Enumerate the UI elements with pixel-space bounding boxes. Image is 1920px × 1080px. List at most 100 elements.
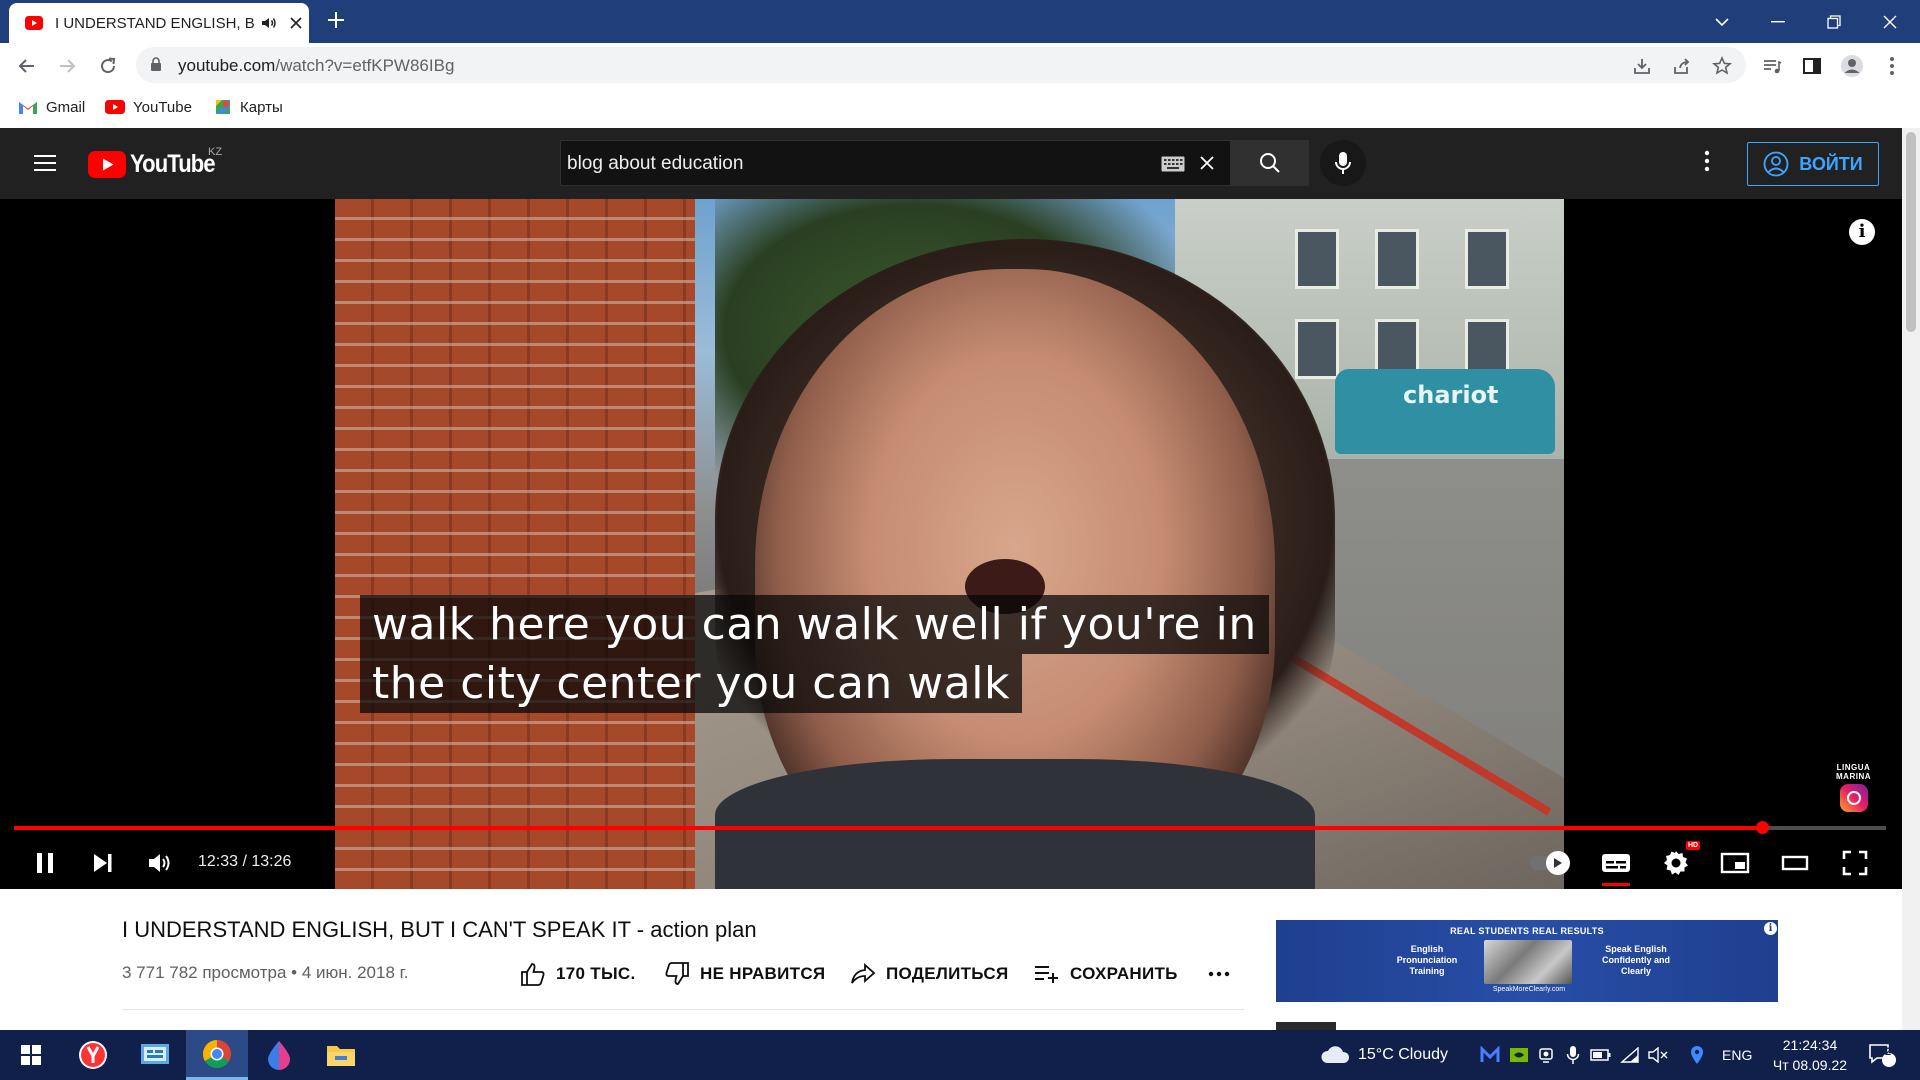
video-metadata: 3 771 782 просмотра • 4 июн. 2018 г. [122, 963, 409, 982]
bookmark-gmail[interactable]: Gmail [18, 96, 85, 118]
next-video-button[interactable] [88, 845, 118, 881]
bookmark-star-icon[interactable] [1710, 54, 1734, 78]
video-player[interactable]: chariot walk here you can walk well if y… [0, 199, 1902, 889]
fullscreen-button[interactable] [1838, 845, 1872, 881]
share-button[interactable]: ПОДЕЛИТЬСЯ [850, 957, 1009, 991]
share-page-icon[interactable] [1670, 54, 1694, 78]
browser-tab-active[interactable]: I UNDERSTAND ENGLISH, BU [9, 3, 309, 43]
divider [122, 1009, 1244, 1010]
settings-more-icon[interactable] [1704, 150, 1710, 172]
channel-watermark[interactable]: LINGUA MARINA [1836, 763, 1871, 812]
subtitle-line: the city center you can walk [360, 654, 1022, 713]
bookmark-maps[interactable]: Карты [214, 96, 283, 118]
ad-left-text: English Pronunciation Training [1396, 944, 1458, 976]
restore-window-icon[interactable] [1808, 0, 1860, 43]
browser-menu-icon[interactable] [1880, 54, 1904, 78]
input-language[interactable]: ENG [1722, 1030, 1752, 1080]
url-path: /watch?v=etfKPW86IBg [275, 56, 455, 75]
bookmark-youtube[interactable]: YouTube [105, 96, 192, 118]
taskbar-chrome[interactable] [186, 1030, 248, 1080]
sign-in-button[interactable]: ВОЙТИ [1747, 142, 1879, 186]
autoplay-toggle[interactable] [1528, 851, 1572, 875]
start-button[interactable] [0, 1030, 62, 1080]
location-pin-icon [1690, 1045, 1704, 1065]
reload-icon[interactable] [96, 54, 120, 78]
tray-icon-camera[interactable] [1538, 1030, 1556, 1080]
ad-banner[interactable]: REAL STUDENTS REAL RESULTS English Pronu… [1276, 920, 1778, 1002]
miniplayer-button[interactable] [1718, 845, 1752, 881]
theater-mode-button[interactable] [1778, 845, 1812, 881]
notification-center-button[interactable]: 2 [1868, 1030, 1896, 1080]
search-input[interactable]: blog about education [560, 140, 1231, 186]
clock-time: 21:24:34 [1782, 1037, 1838, 1053]
progress-played [14, 826, 1763, 830]
forward-arrow-icon[interactable] [55, 54, 79, 78]
next-video-thumbnail[interactable] [1276, 1022, 1336, 1030]
browser-tab-strip: I UNDERSTAND ENGLISH, BU [0, 0, 1920, 43]
more-actions-button[interactable] [1208, 957, 1230, 991]
install-app-icon[interactable] [1630, 54, 1654, 78]
profile-avatar-icon[interactable] [1840, 54, 1864, 78]
watermark-line: MARINA [1836, 772, 1871, 781]
instagram-icon [1839, 784, 1868, 812]
info-icon[interactable]: i [1849, 219, 1875, 245]
tray-icon-microphone[interactable] [1566, 1030, 1580, 1080]
pause-button[interactable] [30, 845, 60, 881]
like-button[interactable]: 170 ТЫС. [520, 957, 636, 991]
page-scrollbar[interactable] [1902, 128, 1920, 1030]
address-bar[interactable]: youtube.com/watch?v=etfKPW86IBg [136, 47, 1746, 83]
dislike-button[interactable]: НЕ НРАВИТСЯ [664, 957, 825, 991]
yandex-browser-icon [78, 1040, 108, 1070]
lock-icon[interactable] [150, 57, 162, 72]
ad-info-icon[interactable]: i [1764, 922, 1777, 935]
back-arrow-icon[interactable] [15, 54, 39, 78]
video-frame[interactable]: chariot [335, 199, 1564, 889]
cloud-icon [1320, 1045, 1350, 1065]
search-icon [1258, 151, 1282, 175]
clear-search-icon[interactable] [1197, 153, 1217, 173]
language-label: ENG [1722, 1047, 1753, 1063]
system-clock[interactable]: 21:24:34 Чт 08.09.22 [1764, 1035, 1856, 1075]
more-horizontal-icon [1208, 971, 1230, 977]
search-button[interactable] [1231, 140, 1309, 186]
media-controls-icon[interactable] [1760, 54, 1784, 78]
save-button[interactable]: СОХРАНИТЬ [1034, 957, 1178, 991]
scrollbar-thumb[interactable] [1906, 132, 1916, 332]
progress-scrubber[interactable] [1756, 821, 1770, 834]
tab-close-icon[interactable] [288, 15, 304, 31]
tray-icon-m[interactable] [1480, 1030, 1500, 1080]
taskbar-droplet-app[interactable] [248, 1030, 310, 1080]
chrome-icon [202, 1039, 232, 1069]
tray-icon-nvidia[interactable] [1510, 1030, 1528, 1080]
taskbar-control-panel[interactable] [124, 1030, 186, 1080]
save-label: СОХРАНИТЬ [1070, 964, 1178, 983]
volume-button[interactable] [146, 845, 176, 881]
youtube-logo[interactable]: YouTube KZ [88, 146, 226, 179]
share-arrow-icon [850, 962, 876, 986]
taskbar-file-explorer[interactable] [310, 1030, 372, 1080]
progress-bar[interactable] [14, 821, 1886, 834]
keyboard-icon[interactable] [1161, 156, 1185, 172]
tray-icon-location[interactable] [1690, 1030, 1704, 1080]
tray-icon-wifi[interactable] [1620, 1030, 1640, 1080]
tab-search-chevron-down-icon[interactable] [1696, 0, 1748, 43]
subtitles-button[interactable] [1600, 845, 1632, 881]
close-window-icon[interactable] [1864, 0, 1916, 43]
tray-icon-volume-muted[interactable] [1648, 1030, 1670, 1080]
new-tab-plus-icon[interactable] [325, 9, 347, 31]
voice-search-button[interactable] [1320, 140, 1366, 186]
video-title: I UNDERSTAND ENGLISH, BUT I CAN'T SPEAK … [122, 917, 757, 942]
tray-icon-battery[interactable] [1590, 1030, 1612, 1080]
side-panel-icon[interactable] [1800, 54, 1824, 78]
volume-icon [148, 852, 174, 874]
taskbar-yandex-browser[interactable] [62, 1030, 124, 1080]
m-app-icon [1480, 1046, 1500, 1064]
settings-button[interactable] [1660, 845, 1692, 881]
hamburger-menu-icon[interactable] [32, 152, 58, 174]
sign-in-label: ВОЙТИ [1799, 153, 1863, 174]
tab-audio-playing-icon[interactable] [261, 16, 277, 30]
autoplay-play-icon [1546, 851, 1570, 875]
fullscreen-icon [1842, 850, 1868, 876]
weather-widget[interactable]: 15°C Cloudy [1320, 1030, 1448, 1080]
minimize-window-icon[interactable] [1752, 0, 1804, 43]
